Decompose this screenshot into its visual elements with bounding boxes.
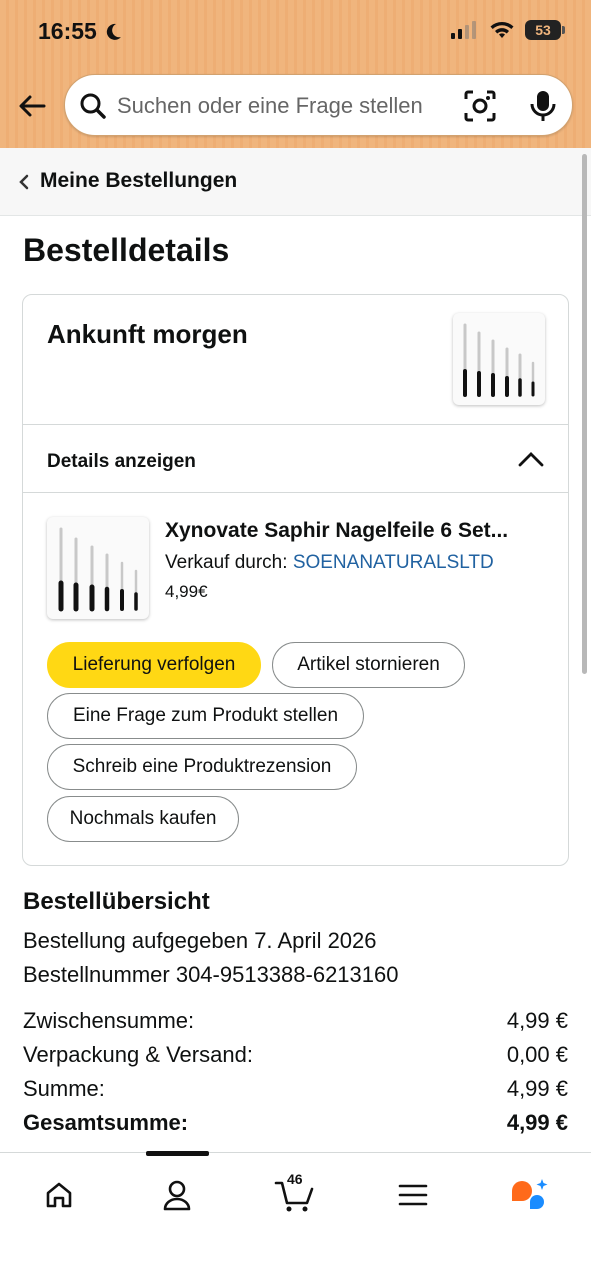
search-icon — [80, 93, 106, 119]
page-title: Bestelldetails — [23, 232, 230, 268]
nav-home[interactable] — [29, 1173, 89, 1217]
search-input[interactable] — [117, 89, 447, 123]
signal-icon — [451, 21, 476, 39]
camera-search-icon[interactable] — [463, 89, 497, 123]
row-value: 4,99 € — [506, 1110, 568, 1135]
breadcrumb[interactable]: Meine Bestellungen — [0, 148, 591, 216]
microphone-icon[interactable] — [529, 89, 557, 123]
product-thumbnail[interactable] — [453, 313, 545, 405]
write-review-button[interactable]: Schreib eine Produktrezension — [47, 744, 357, 790]
chevron-up-icon — [518, 452, 544, 467]
shipping-row: Verpackung & Versand: 0,00 € — [23, 1042, 568, 1068]
home-icon — [46, 1182, 72, 1208]
arrival-status: Ankunft morgen — [47, 319, 248, 349]
row-value: 0,00 € — [506, 1042, 568, 1067]
wifi-icon — [490, 22, 514, 38]
status-time: 16:55 — [38, 18, 97, 44]
bottom-nav: 46 — [0, 1151, 591, 1280]
battery-indicator: 53 — [525, 20, 565, 40]
chevron-left-icon — [19, 174, 29, 190]
item-price: 4,99€ — [165, 582, 208, 601]
shipment-card: Ankunft morgen Details anzeigen Xynovate… — [22, 294, 569, 866]
item-thumbnail[interactable] — [47, 517, 149, 619]
nail-file-set-image — [463, 323, 535, 397]
buy-again-button[interactable]: Nochmals kaufen — [47, 796, 239, 842]
top-header: 16:55 53 — [0, 0, 591, 148]
seller-link[interactable]: SOENANATURALSLTD — [293, 552, 494, 573]
seller-prefix: Verkauf durch: — [165, 552, 288, 573]
summary-title: Bestellübersicht — [23, 888, 210, 915]
nav-menu[interactable] — [383, 1173, 443, 1217]
nail-file-set-image — [58, 527, 138, 612]
details-toggle[interactable]: Details anzeigen — [23, 425, 568, 493]
row-value: 4,99 € — [506, 1008, 568, 1033]
status-bar: 16:55 53 — [0, 0, 591, 64]
active-tab-indicator — [146, 1151, 209, 1156]
user-icon — [163, 1180, 191, 1211]
order-placed-date: Bestellung aufgegeben 7. April 2026 — [23, 928, 377, 953]
ask-question-button[interactable]: Eine Frage zum Produkt stellen — [47, 693, 364, 739]
nav-cart[interactable]: 46 — [265, 1171, 325, 1217]
sum-row: Summe: 4,99 € — [23, 1076, 568, 1102]
row-label: Summe: — [23, 1076, 105, 1101]
order-number: Bestellnummer 304-9513388-6213160 — [23, 962, 399, 987]
search-bar[interactable] — [64, 74, 573, 136]
divider — [23, 492, 568, 493]
cart-count: 46 — [287, 1171, 303, 1187]
track-delivery-button[interactable]: Lieferung verfolgen — [47, 642, 261, 688]
subtotal-row: Zwischensumme: 4,99 € — [23, 1008, 568, 1034]
scrollbar[interactable] — [582, 154, 587, 674]
rufus-assistant-icon — [512, 1179, 548, 1209]
moon-icon — [106, 23, 121, 40]
seller-line: Verkauf durch: SOENANATURALSLTD — [165, 552, 494, 574]
row-label: Zwischensumme: — [23, 1008, 195, 1033]
row-label: Verpackung & Versand: — [23, 1042, 253, 1067]
menu-icon — [398, 1184, 428, 1206]
product-title[interactable]: Xynovate Saphir Nagelfeile 6 Set... — [165, 519, 545, 543]
grand-total-row: Gesamtsumme: 4,99 € — [23, 1110, 568, 1136]
row-value: 4,99 € — [506, 1076, 568, 1101]
breadcrumb-label[interactable]: Meine Bestellungen — [40, 169, 237, 193]
back-arrow-icon[interactable] — [14, 88, 50, 124]
nav-rufus[interactable] — [500, 1173, 560, 1217]
cancel-item-button[interactable]: Artikel stornieren — [272, 642, 465, 688]
row-label: Gesamtsumme: — [23, 1110, 189, 1135]
details-toggle-label: Details anzeigen — [47, 451, 196, 472]
nav-account[interactable] — [147, 1173, 207, 1217]
